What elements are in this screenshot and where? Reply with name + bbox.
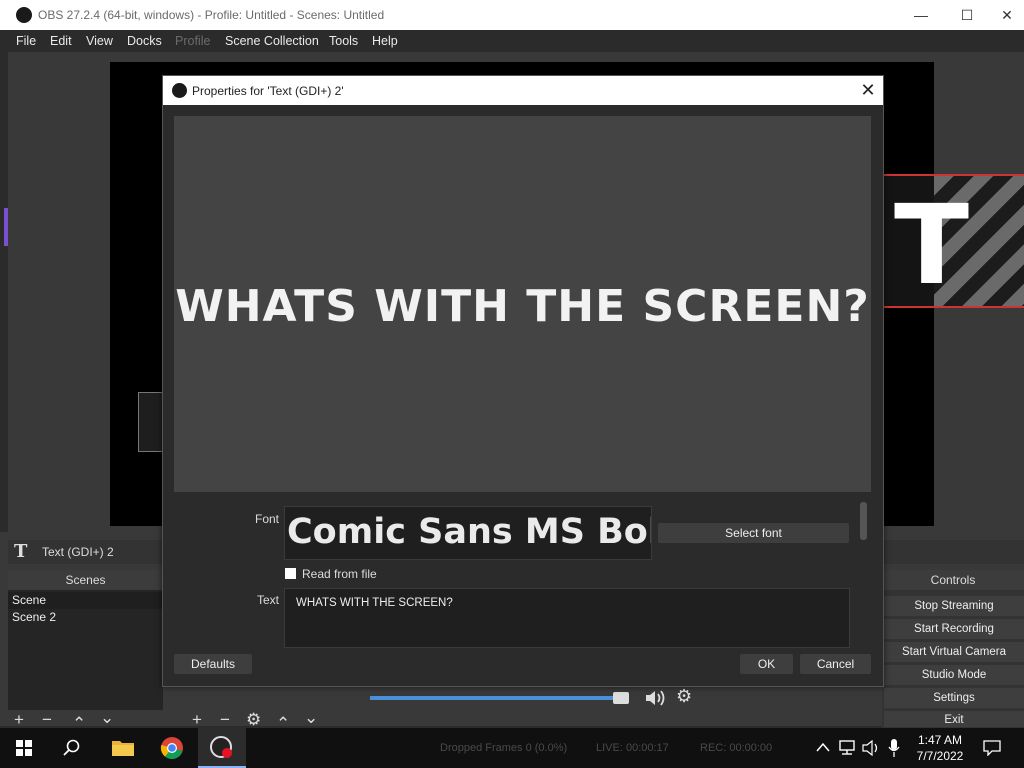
dialog-title: Properties for 'Text (GDI+) 2' [192, 84, 344, 98]
preview-text: WHATS WITH THE SCREEN? [175, 281, 870, 332]
rec-timer: REC: 00:00:00 [700, 742, 773, 754]
move-down-icon[interactable]: ⌄ [100, 708, 114, 728]
text-source-icon: T [14, 541, 28, 562]
menu-docks[interactable]: Docks [127, 34, 162, 48]
menu-scene-collection[interactable]: Scene Collection [225, 34, 319, 48]
scenes-toolbar: + − ⌃ ⌄ [12, 708, 122, 733]
font-name: Comic Sans MS Bold [287, 512, 652, 552]
properties-scrollbar[interactable] [860, 502, 867, 540]
menu-tools[interactable]: Tools [329, 34, 358, 48]
menu-file[interactable]: File [16, 34, 36, 48]
selected-source-name: Text (GDI+) 2 [42, 545, 114, 559]
minimize-button[interactable]: — [898, 0, 944, 30]
sources-toolbar: + − ⚙ ⌃ ⌄ [190, 708, 330, 733]
defaults-button[interactable]: Defaults [174, 654, 252, 674]
scenes-header: Scenes [8, 570, 163, 590]
ok-button[interactable]: OK [740, 654, 793, 674]
search-icon[interactable] [63, 739, 81, 757]
scene-item[interactable]: Scene 2 [8, 609, 163, 626]
taskbar: Dropped Frames 0 (0.0%) LIVE: 00:00:17 R… [0, 728, 1024, 768]
read-from-file-checkbox[interactable] [285, 568, 296, 579]
text-label: Text [257, 593, 280, 607]
audio-mixer: ⚙ [368, 686, 708, 712]
cancel-button[interactable]: Cancel [800, 654, 871, 674]
properties-dialog: Properties for 'Text (GDI+) 2' ✕ WHATS W… [162, 75, 884, 687]
system-clock[interactable]: 1:47 AM 7/7/2022 [904, 732, 976, 764]
scene-item[interactable]: Scene [8, 592, 163, 609]
notifications-icon[interactable] [983, 740, 1001, 756]
chrome-icon[interactable] [160, 736, 184, 760]
source-text-letter: T [894, 181, 970, 308]
volume-slider-handle[interactable] [613, 692, 630, 704]
obs-app-icon [172, 83, 187, 98]
stop-streaming-button[interactable]: Stop Streaming [884, 596, 1024, 616]
source-properties-icon[interactable]: ⚙ [246, 710, 261, 730]
menu-profile[interactable]: Profile [175, 34, 210, 48]
close-button[interactable]: ✕ [990, 0, 1024, 30]
read-from-file-label: Read from file [302, 567, 377, 581]
start-virtual-camera-button[interactable]: Start Virtual Camera [884, 642, 1024, 662]
remove-scene-icon[interactable]: − [42, 710, 52, 730]
file-explorer-icon[interactable] [111, 738, 135, 758]
exit-button[interactable]: Exit [884, 711, 1024, 727]
dialog-close-button[interactable]: ✕ [853, 76, 883, 105]
font-preview: Comic Sans MS Bold [284, 506, 652, 560]
menu-edit[interactable]: Edit [50, 34, 72, 48]
controls-dock: Controls Stop Streaming Start Recording … [882, 570, 1024, 728]
settings-button[interactable]: Settings [884, 688, 1024, 708]
controls-header: Controls [882, 570, 1024, 590]
select-font-button[interactable]: Select font [658, 523, 849, 543]
remove-source-icon[interactable]: − [220, 710, 230, 730]
menu-help[interactable]: Help [372, 34, 398, 48]
add-source-icon[interactable]: + [192, 710, 202, 730]
network-icon[interactable] [838, 740, 858, 756]
studio-mode-button[interactable]: Studio Mode [884, 665, 1024, 685]
font-label: Font [255, 512, 280, 526]
maximize-button[interactable]: ☐ [944, 0, 990, 30]
window-title: OBS 27.2.4 (64-bit, windows) - Profile: … [38, 8, 385, 22]
add-scene-icon[interactable]: + [14, 710, 24, 730]
clock-date: 7/7/2022 [916, 749, 964, 763]
volume-icon[interactable] [862, 740, 882, 756]
live-timer: LIVE: 00:00:17 [596, 742, 669, 754]
volume-slider-track[interactable] [370, 696, 622, 700]
chevron-up-icon[interactable] [816, 742, 830, 752]
obs-app-icon [16, 7, 32, 23]
speaker-icon[interactable] [644, 688, 668, 708]
dialog-titlebar: Properties for 'Text (GDI+) 2' ✕ [163, 76, 883, 105]
microphone-icon[interactable] [888, 738, 900, 758]
obs-taskbar-button[interactable] [198, 728, 246, 768]
menu-view[interactable]: View [86, 34, 113, 48]
clock-time: 1:47 AM [917, 733, 963, 747]
windows-start-icon[interactable] [16, 740, 32, 756]
text-value: WHATS WITH THE SCREEN? [296, 597, 453, 609]
dropped-frames: Dropped Frames 0 (0.0%) [440, 742, 568, 754]
recording-badge-icon [222, 748, 232, 758]
mixer-settings-icon[interactable]: ⚙ [676, 686, 692, 707]
dialog-preview: WHATS WITH THE SCREEN? [174, 116, 871, 492]
purple-marker [4, 208, 8, 246]
window-titlebar: OBS 27.2.4 (64-bit, windows) - Profile: … [0, 0, 1024, 30]
scenes-dock: Scenes Scene Scene 2 [8, 570, 163, 710]
left-strip [0, 52, 8, 532]
selected-source-outline[interactable]: T [882, 174, 1024, 308]
menu-bar: File Edit View Docks Profile Scene Colle… [0, 30, 1024, 52]
start-recording-button[interactable]: Start Recording [884, 619, 1024, 639]
text-input[interactable]: WHATS WITH THE SCREEN? [284, 588, 850, 648]
move-down-icon[interactable]: ⌄ [304, 708, 318, 728]
